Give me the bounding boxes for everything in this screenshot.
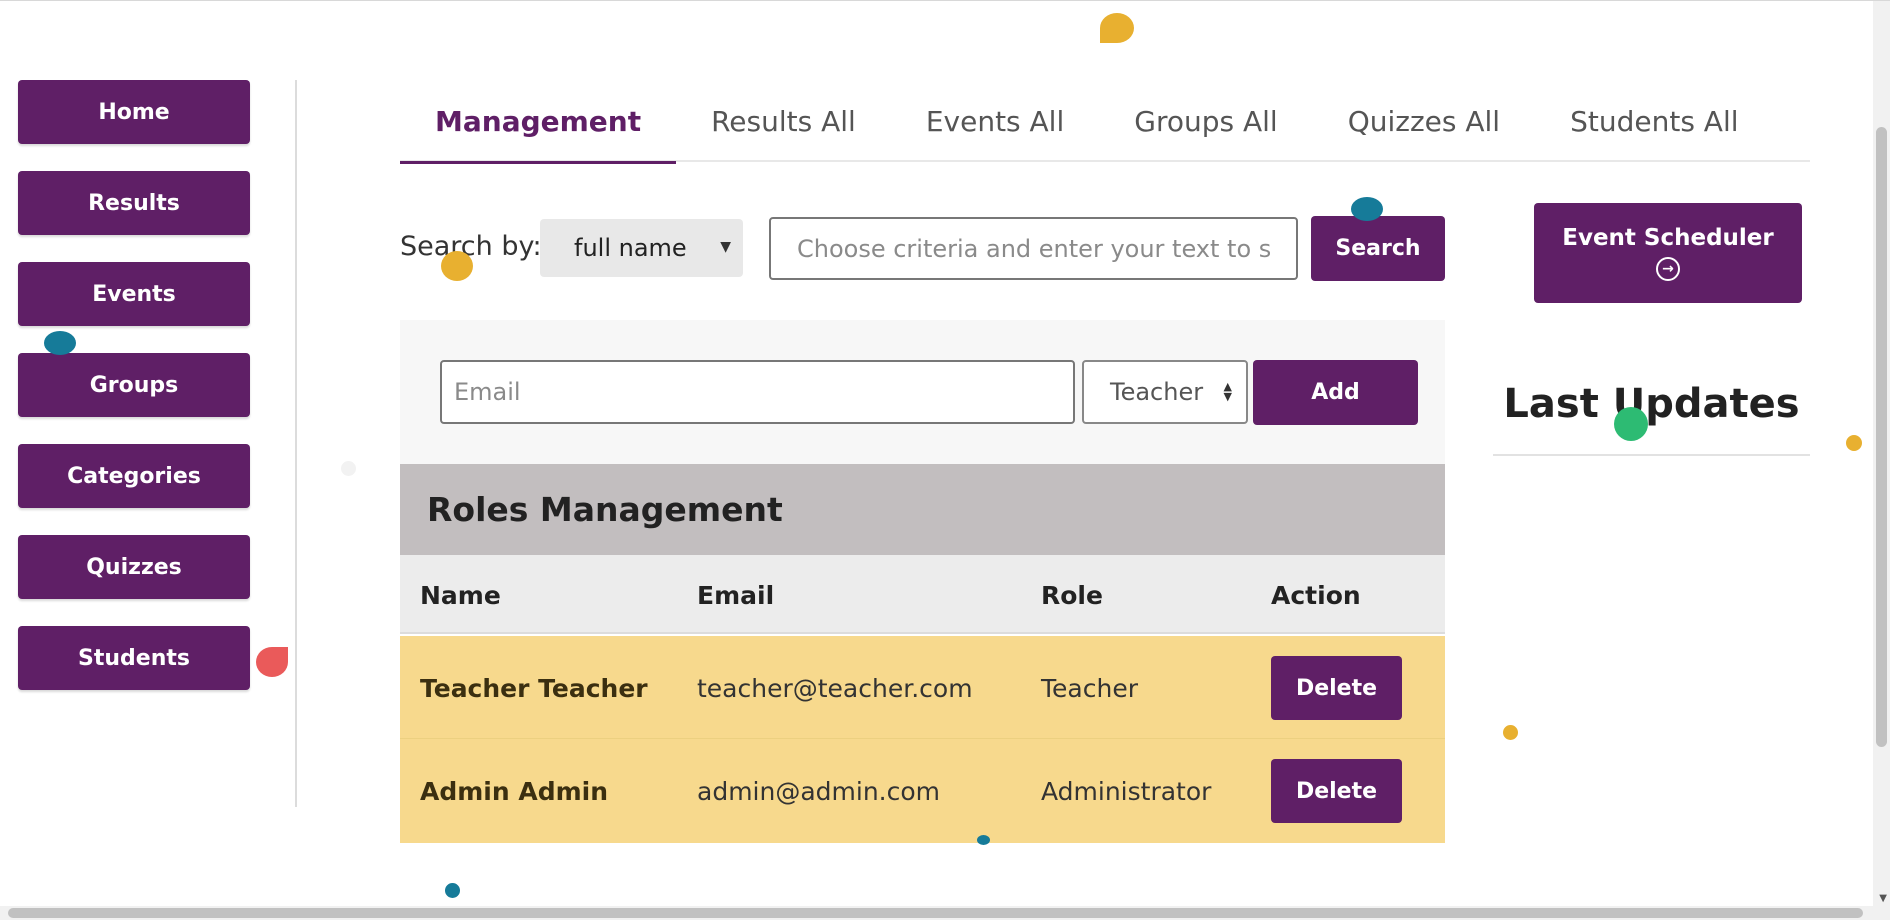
decorative-dot xyxy=(1100,13,1134,43)
row-name: Teacher Teacher xyxy=(420,674,648,703)
add-button[interactable]: Add xyxy=(1253,360,1418,425)
search-criteria-value: full name xyxy=(574,234,687,262)
sidebar-divider xyxy=(295,80,297,807)
row-name: Admin Admin xyxy=(420,777,609,806)
vertical-scrollbar[interactable] xyxy=(1873,1,1890,907)
column-header-email: Email xyxy=(697,581,775,610)
role-select-value: Teacher xyxy=(1110,378,1204,406)
column-header-name: Name xyxy=(420,581,501,610)
search-button[interactable]: Search xyxy=(1311,216,1445,281)
sidebar-item-events[interactable]: Events xyxy=(18,262,250,326)
tab-management[interactable]: Management xyxy=(400,81,677,164)
tab-results-all[interactable]: Results All xyxy=(676,81,891,162)
search-input[interactable] xyxy=(769,217,1298,280)
column-header-role: Role xyxy=(1041,581,1103,610)
sidebar-item-home[interactable]: Home xyxy=(18,80,250,144)
sidebar-item-students[interactable]: Students xyxy=(18,626,250,690)
decorative-dot xyxy=(1846,435,1862,451)
sidebar: Home Results Events Groups Categories Qu… xyxy=(18,80,250,717)
decorative-dot xyxy=(44,331,76,355)
table-row: Admin Admin admin@admin.com Administrato… xyxy=(400,739,1445,843)
decorative-dot xyxy=(341,461,356,476)
email-field[interactable] xyxy=(440,360,1075,424)
table-row: Teacher Teacher teacher@teacher.com Teac… xyxy=(400,636,1445,739)
page: Home Results Events Groups Categories Qu… xyxy=(0,0,1890,920)
decorative-dot xyxy=(1503,725,1518,740)
sidebar-item-categories[interactable]: Categories xyxy=(18,444,250,508)
tab-groups-all[interactable]: Groups All xyxy=(1099,81,1312,162)
horizontal-scrollbar[interactable] xyxy=(0,906,1890,920)
sidebar-item-quizzes[interactable]: Quizzes xyxy=(18,535,250,599)
tab-quizzes-all[interactable]: Quizzes All xyxy=(1313,81,1535,162)
last-updates-divider xyxy=(1493,454,1810,456)
role-select[interactable]: Teacher ▲ ▼ xyxy=(1082,360,1248,424)
row-role: Teacher xyxy=(1041,674,1138,703)
column-header-action: Action xyxy=(1271,581,1361,610)
delete-button[interactable]: Delete xyxy=(1271,656,1402,720)
event-scheduler-label: Event Scheduler xyxy=(1562,225,1774,251)
last-updates-title: Last Updates xyxy=(1503,381,1800,427)
decorative-dot xyxy=(445,883,460,898)
search-by-label: Search by: xyxy=(400,231,542,262)
roles-management-title: Roles Management xyxy=(400,464,1445,555)
row-role: Administrator xyxy=(1041,777,1212,806)
decorative-dot xyxy=(977,835,990,845)
decorative-dot xyxy=(1351,197,1383,221)
horizontal-scrollbar-thumb[interactable] xyxy=(8,908,1863,918)
delete-button[interactable]: Delete xyxy=(1271,759,1402,823)
decorative-dot xyxy=(1614,407,1648,441)
scroll-down-arrow-icon[interactable]: ▼ xyxy=(1879,893,1887,904)
search-criteria-select[interactable]: full name ▼ xyxy=(540,219,743,277)
table-header: Name Email Role Action xyxy=(400,555,1445,634)
caret-down-icon: ▼ xyxy=(720,239,731,255)
decorative-dot xyxy=(256,647,288,677)
row-email: admin@admin.com xyxy=(697,777,941,806)
sidebar-item-results[interactable]: Results xyxy=(18,171,250,235)
vertical-scrollbar-thumb[interactable] xyxy=(1876,127,1887,747)
decorative-dot xyxy=(441,251,473,281)
sidebar-item-groups[interactable]: Groups xyxy=(18,353,250,417)
sort-updown-icon: ▲ ▼ xyxy=(1223,380,1232,403)
arrow-right-circle-icon: → xyxy=(1656,257,1680,281)
tab-events-all[interactable]: Events All xyxy=(891,81,1099,162)
event-scheduler-button[interactable]: Event Scheduler → xyxy=(1534,203,1802,303)
row-email: teacher@teacher.com xyxy=(697,674,973,703)
add-user-panel: Teacher ▲▼ Add xyxy=(400,320,1445,464)
tab-students-all[interactable]: Students All xyxy=(1535,81,1773,162)
tab-bar: Management Results All Events All Groups… xyxy=(400,81,1810,164)
